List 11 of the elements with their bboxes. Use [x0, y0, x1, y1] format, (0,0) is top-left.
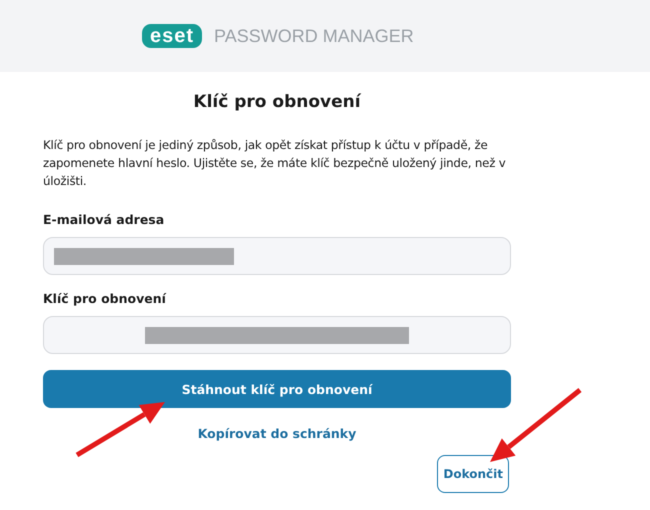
product-name: PASSWORD MANAGER — [214, 26, 414, 46]
page-title: Klíč pro obnovení — [193, 92, 361, 112]
field-label: E-mailová adresa — [43, 212, 164, 227]
description-text: Klíč pro obnovení je jediný způsob, jak opět získat přístup k účtu v případě, že zapomenete hlavní heslo. Ujistěte se, že máte klíč bezpečně uložený jinde, než v úložišti. — [43, 137, 507, 190]
finish-button[interactable]: Dokončit — [437, 455, 509, 493]
copy-link[interactable]: Kopírovat do schránky — [198, 426, 356, 441]
field-label: Klíč pro obnovení — [43, 291, 166, 306]
input-field[interactable] — [43, 237, 511, 275]
input-field[interactable] — [43, 316, 511, 354]
logo: eset — [142, 24, 202, 48]
download-button[interactable]: Stáhnout klíč pro obnovení — [43, 370, 511, 408]
